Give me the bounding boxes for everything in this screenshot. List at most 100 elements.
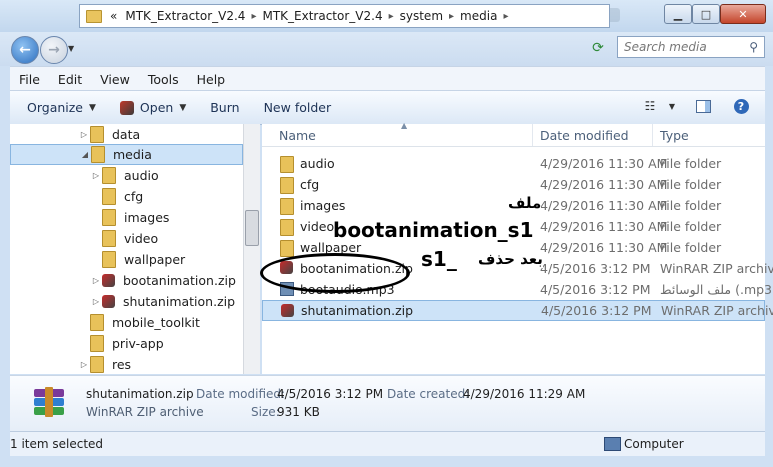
folder-icon	[280, 219, 294, 236]
breadcrumb-separator-icon[interactable]: ▸	[501, 11, 510, 22]
search-input[interactable]: Search media ⚲	[617, 36, 765, 58]
breadcrumb-separator-icon[interactable]: ▸	[249, 11, 258, 22]
address-bar[interactable]: « MTK_Extractor_V2.4 ▸ MTK_Extractor_V2.…	[79, 4, 610, 28]
help-icon[interactable]: ?	[733, 98, 749, 114]
details-modified-value: 4/5/2016 3:12 PM	[277, 387, 384, 401]
tree-item-label: audio	[124, 168, 159, 183]
preview-pane-icon[interactable]	[695, 98, 711, 114]
folder-icon	[280, 156, 294, 173]
file-date: 4/5/2016 3:12 PM	[540, 282, 651, 297]
tree-item-bootanimation-zip[interactable]: ▷ bootanimation.zip	[10, 270, 243, 291]
breadcrumb-item[interactable]: media	[456, 9, 501, 23]
column-divider[interactable]	[532, 124, 533, 146]
navigation-pane[interactable]: ▷ data ◢ media ▷ audio cfg images video wal…	[10, 124, 243, 374]
collapse-icon[interactable]: ◢	[79, 150, 91, 159]
winrar-icon	[102, 295, 115, 308]
file-row-audio[interactable]: audio 4/29/2016 11:30 AM File folder	[262, 153, 765, 174]
tree-item-label: wallpaper	[124, 252, 186, 267]
search-icon: ⚲	[749, 40, 758, 54]
folder-icon	[280, 240, 294, 257]
winrar-icon	[119, 100, 134, 115]
scrollbar-thumb[interactable]	[245, 210, 259, 246]
column-header: Name ▲ Date modified Type	[262, 121, 765, 147]
navigation-scrollbar[interactable]	[243, 124, 260, 374]
column-divider[interactable]	[652, 124, 653, 146]
tree-item-video[interactable]: video	[10, 228, 243, 249]
tree-item-label: cfg	[124, 189, 144, 204]
file-row-shutanimation-zip[interactable]: shutanimation.zip 4/5/2016 3:12 PM WinRAR …	[262, 300, 773, 321]
expand-icon[interactable]: ▷	[78, 130, 90, 139]
file-type: File folder	[660, 198, 722, 213]
breadcrumb-separator-icon[interactable]: ▸	[387, 11, 396, 22]
winrar-archive-icon	[30, 385, 70, 423]
folder-icon	[102, 167, 116, 184]
close-button[interactable]: ✕	[720, 4, 766, 24]
menu-view[interactable]: View	[91, 72, 139, 87]
refresh-icon: ⟳	[592, 40, 604, 56]
tree-item-shutanimation-zip[interactable]: ▷ shutanimation.zip	[10, 291, 243, 312]
file-type: WinRAR ZIP archive	[661, 303, 773, 318]
forward-arrow-icon: →	[48, 42, 60, 58]
menu-help[interactable]: Help	[188, 72, 235, 87]
back-button[interactable]: ←	[11, 36, 39, 64]
tree-item-cfg[interactable]: cfg	[10, 186, 243, 207]
folder-icon	[280, 177, 294, 194]
menu-tools[interactable]: Tools	[139, 72, 188, 87]
column-type[interactable]: Type	[660, 128, 689, 143]
breadcrumb-item[interactable]: MTK_Extractor_V2.4	[258, 9, 386, 23]
chevron-down-icon[interactable]: ▼	[664, 98, 680, 114]
burn-button[interactable]: Burn	[198, 100, 251, 115]
tree-item-label: priv-app	[112, 336, 164, 351]
file-row-cfg[interactable]: cfg 4/29/2016 11:30 AM File folder	[262, 174, 765, 195]
file-date: 4/29/2016 11:30 AM	[540, 240, 668, 255]
computer-icon	[604, 437, 621, 451]
tree-item-media[interactable]: ◢ media	[10, 144, 243, 165]
file-name: images	[300, 198, 346, 213]
breadcrumb-item[interactable]: MTK_Extractor_V2.4	[121, 9, 249, 23]
column-name[interactable]: Name	[279, 128, 316, 143]
tree-item-images[interactable]: images	[10, 207, 243, 228]
file-type: ملف الوسائط (.mp3)	[660, 282, 773, 297]
tree-item-label: video	[124, 231, 159, 246]
tree-item-mobile-toolkit[interactable]: mobile_toolkit	[10, 312, 243, 333]
organize-button[interactable]: Organize ▼	[10, 100, 108, 115]
view-options-icon[interactable]: ☷	[642, 98, 658, 114]
expand-icon[interactable]: ▷	[90, 276, 102, 285]
forward-button[interactable]: →	[40, 36, 68, 64]
status-location: Computer	[624, 437, 684, 451]
winrar-icon	[102, 274, 115, 287]
tree-item-label: res	[112, 357, 132, 372]
tree-item-label: mobile_toolkit	[112, 315, 200, 330]
menu-file[interactable]: File	[10, 72, 49, 87]
open-button[interactable]: Open ▼	[108, 100, 198, 115]
breadcrumb-overflow[interactable]: «	[106, 9, 121, 23]
maximize-button[interactable]: □	[692, 4, 720, 24]
file-date: 4/29/2016 11:30 AM	[540, 177, 668, 192]
expand-icon[interactable]: ▷	[90, 171, 102, 180]
status-bar: 1 item selected Computer	[10, 431, 765, 456]
new-folder-button[interactable]: New folder	[252, 100, 344, 115]
details-modified-label: Date modified:	[196, 387, 286, 401]
tree-item-priv-app[interactable]: priv-app	[10, 333, 243, 354]
details-size-value: 931 KB	[277, 405, 320, 419]
file-type: File folder	[660, 156, 722, 171]
menu-edit[interactable]: Edit	[49, 72, 91, 87]
expand-icon[interactable]: ▷	[90, 297, 102, 306]
breadcrumb-item[interactable]: system	[396, 9, 447, 23]
recent-pages-chevron-icon[interactable]: ▼	[68, 44, 74, 53]
tree-item-audio[interactable]: ▷ audio	[10, 165, 243, 186]
breadcrumb-separator-icon[interactable]: ▸	[447, 11, 456, 22]
tree-item-data[interactable]: ▷ data	[10, 124, 243, 145]
file-type: File folder	[660, 219, 722, 234]
details-filename: shutanimation.zip	[86, 387, 194, 401]
file-type: File folder	[660, 240, 722, 255]
folder-icon	[90, 335, 104, 352]
tree-item-res[interactable]: ▷ res	[10, 354, 243, 374]
minimize-button[interactable]: ▁	[664, 4, 692, 24]
refresh-button[interactable]: ⟳	[588, 38, 608, 58]
status-selection: 1 item selected	[10, 437, 104, 451]
details-created-label: Date created:	[387, 387, 470, 401]
column-date-modified[interactable]: Date modified	[540, 128, 629, 143]
tree-item-wallpaper[interactable]: wallpaper	[10, 249, 243, 270]
expand-icon[interactable]: ▷	[78, 360, 90, 369]
